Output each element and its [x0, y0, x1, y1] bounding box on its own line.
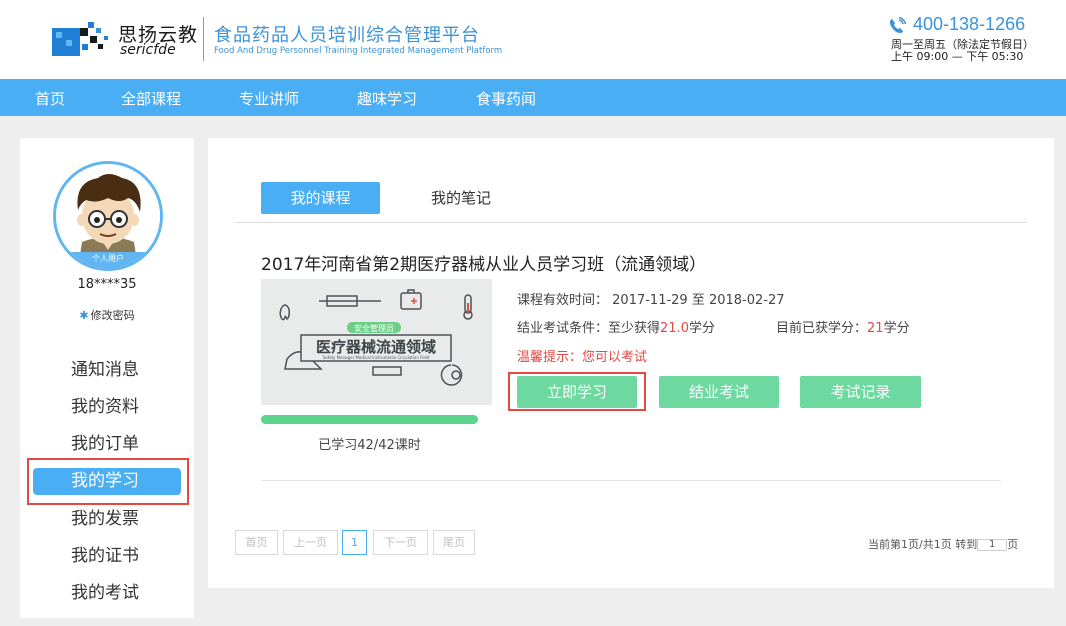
exam-condition-label: 结业考试条件：至少获得	[517, 321, 661, 336]
change-password-link[interactable]: ✱ 修改密码	[20, 307, 194, 323]
pagination-first[interactable]: 首页	[235, 530, 278, 555]
progress-bar-fill	[261, 415, 478, 424]
thumb-subtitle: Safety Manager Medical Instruments Circu…	[323, 355, 430, 360]
goto-page-input[interactable]: 1	[977, 539, 1008, 551]
brand-divider	[203, 17, 204, 61]
earned-credits: 目前已获学分：21学分	[776, 317, 910, 336]
earned-credits-label: 目前已获学分：	[776, 321, 868, 336]
change-password-label: 修改密码	[90, 309, 135, 322]
course-title[interactable]: 2017年河南省第2期医疗器械从业人员学习班（流通领域）	[261, 250, 706, 275]
logo-icon[interactable]	[50, 18, 112, 58]
main-nav: 首页 全部课程 专业讲师 趣味学习 食事药闻	[0, 79, 1066, 116]
pagination-info-page: 1	[901, 538, 908, 551]
progress-bar	[261, 415, 478, 424]
platform-title-en: Food And Drug Personnel Training Integra…	[214, 46, 503, 56]
course-validity: 课程有效时间： 2017-11-29 至 2018-02-27	[517, 289, 785, 308]
user-type-badge: 个人用户	[56, 252, 160, 268]
tab-my-courses[interactable]: 我的课程	[261, 182, 380, 214]
pagination-next[interactable]: 下一页	[373, 530, 428, 555]
brand-name-en: sericfde	[120, 42, 176, 58]
sidebar-item-certificates[interactable]: 我的证书	[33, 543, 181, 570]
earned-credits-value: 21	[867, 321, 884, 336]
hotline-number: 400-138-1266	[913, 14, 1026, 34]
sidebar-item-notifications[interactable]: 通知消息	[33, 357, 181, 384]
pagination-info-mid: 页/共	[908, 538, 934, 551]
nav-news[interactable]: 食事药闻	[476, 88, 536, 109]
validity-label: 课程有效时间：	[517, 293, 609, 308]
tab-divider	[235, 222, 1027, 223]
platform-title: 食品药品人员培训综合管理平台	[214, 25, 480, 46]
course-divider	[261, 480, 1001, 481]
course-thumbnail[interactable]: 安全管理员 医疗器械流通领域 Safety Manager Medical In…	[261, 279, 492, 405]
tab-my-notes[interactable]: 我的笔记	[401, 182, 521, 214]
user-sidebar: 个人用户 18****35 ✱ 修改密码 通知消息 我的资料 我的订单 我的学习 …	[20, 138, 194, 618]
exam-condition: 结业考试条件：至少获得21.0学分	[517, 317, 715, 336]
service-hours-time: 上午 09:00 — 下午 05:30	[891, 50, 1024, 63]
final-exam-button[interactable]: 结业考试	[659, 376, 779, 408]
pagination-last[interactable]: 尾页	[433, 530, 475, 555]
gear-icon: ✱	[79, 309, 89, 322]
earned-credits-unit: 学分	[883, 321, 910, 336]
main-panel: 我的课程 我的笔记 2017年河南省第2期医疗器械从业人员学习班（流通领域） 安…	[208, 138, 1054, 588]
nav-all-courses[interactable]: 全部课程	[121, 88, 181, 109]
highlight-box-sidebar	[27, 458, 189, 505]
highlight-box-study-button	[508, 372, 646, 411]
sidebar-item-invoices[interactable]: 我的发票	[33, 506, 181, 533]
phone-icon	[889, 17, 906, 33]
pagination-current[interactable]: 1	[342, 530, 367, 555]
thumb-badge: 安全管理员	[354, 323, 394, 333]
sidebar-item-exams[interactable]: 我的考试	[33, 580, 181, 607]
thumb-title: 医疗器械流通领域	[316, 338, 436, 356]
pagination-info-post: 页 转到	[940, 538, 978, 551]
site-header: 思扬云教 sericfde 食品药品人员培训综合管理平台 Food And Dr…	[0, 0, 1066, 79]
sidebar-item-profile[interactable]: 我的资料	[33, 394, 181, 421]
validity-value: 2017-11-29 至 2018-02-27	[612, 293, 785, 308]
pagination-info-pre: 当前第	[868, 538, 901, 551]
avatar[interactable]: 个人用户	[53, 161, 163, 271]
pagination-info: 当前第1页/共1页 转到 1 页	[868, 536, 1018, 552]
progress-text: 已学习42/42课时	[318, 438, 421, 453]
sidebar-item-orders[interactable]: 我的订单	[33, 431, 181, 458]
exam-tip: 温馨提示：您可以考试	[517, 350, 648, 365]
exam-condition-unit: 学分	[688, 321, 715, 336]
nav-lecturers[interactable]: 专业讲师	[239, 88, 299, 109]
nav-home[interactable]: 首页	[35, 88, 65, 109]
nav-fun-learning[interactable]: 趣味学习	[357, 88, 417, 109]
pagination-info-total: 1	[933, 538, 941, 551]
medical-devices-illustration-icon: 安全管理员 医疗器械流通领域 Safety Manager Medical In…	[261, 279, 492, 405]
username: 18****35	[77, 277, 137, 292]
goto-page-unit: 页	[1007, 538, 1019, 551]
pagination-prev[interactable]: 上一页	[283, 530, 338, 555]
exam-condition-value: 21.0	[660, 321, 689, 336]
exam-records-button[interactable]: 考试记录	[800, 376, 921, 408]
